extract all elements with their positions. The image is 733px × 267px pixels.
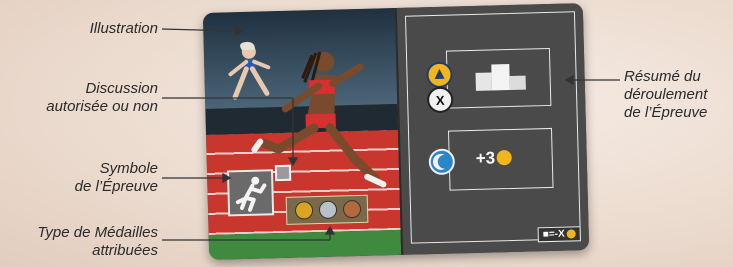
- label-illustration: Illustration: [89, 20, 158, 37]
- label-discussion-line1: Discussion: [85, 80, 158, 97]
- label-symbole-line2: de l’Épreuve: [74, 178, 158, 195]
- label-symbole-line1: Symbole: [99, 160, 158, 177]
- label-resume: Résumé du déroulement de l’Épreuve: [624, 68, 730, 122]
- label-medailles: Type de Médailles attribuées: [4, 224, 158, 260]
- label-symbole: Symbole de l’Épreuve: [20, 160, 158, 196]
- label-resume-line1: Résumé du: [624, 68, 701, 85]
- label-discussion: Discussion autorisée ou non: [20, 80, 158, 116]
- label-medailles-line1: Type de Médailles: [37, 224, 158, 241]
- label-medailles-line2: attribuées: [92, 242, 158, 259]
- label-resume-line3: de l’Épreuve: [624, 104, 708, 121]
- label-resume-line2: déroulement: [624, 86, 708, 103]
- label-discussion-line2: autorisée ou non: [46, 98, 158, 115]
